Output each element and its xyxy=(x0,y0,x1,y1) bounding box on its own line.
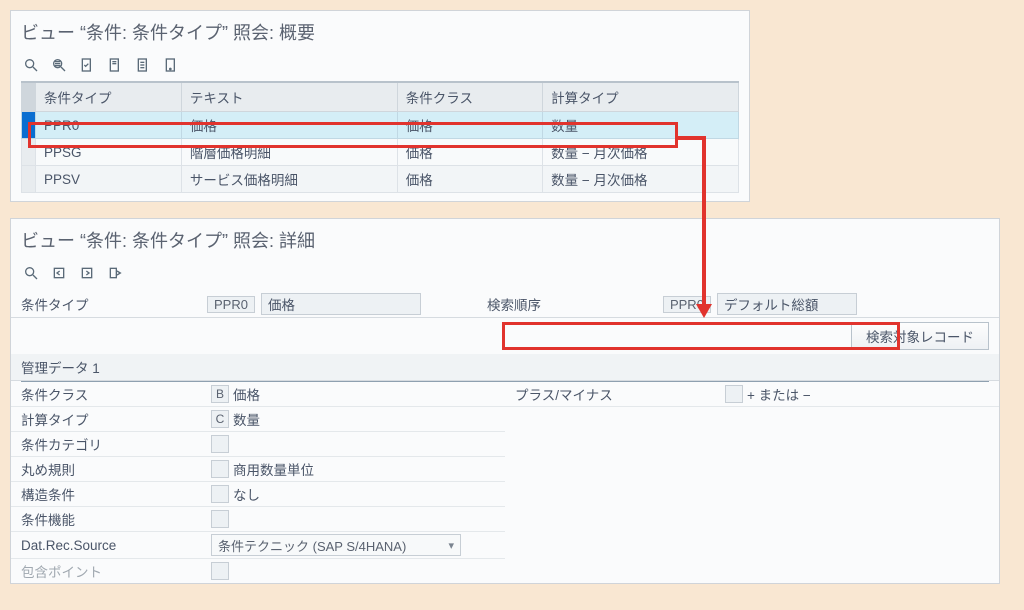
overview-panel: ビュー “条件: 条件タイプ” 照会: 概要 条件タイプ テキスト 条件クラス … xyxy=(10,10,750,202)
prev-icon[interactable] xyxy=(49,263,69,283)
detail-toolbar xyxy=(11,259,999,289)
doc-edit-icon[interactable] xyxy=(105,55,125,75)
field-cond-class: 条件クラス B 価格 xyxy=(11,382,505,407)
col-calc[interactable]: 計算タイプ xyxy=(543,82,739,112)
export-icon[interactable] xyxy=(105,263,125,283)
detail-panel: ビュー “条件: 条件タイプ” 照会: 詳細 条件タイプ PPR0 価格 検索順… xyxy=(10,218,1000,584)
table-row[interactable]: PPSG 階層価格明細 価格 数量 − 月次価格 xyxy=(22,139,739,166)
search-icon[interactable] xyxy=(21,263,41,283)
search-seq-field: 検索順序 PPR0 デフォルト総額 xyxy=(487,293,857,315)
search-icon[interactable] xyxy=(21,55,41,75)
col-cond-type[interactable]: 条件タイプ xyxy=(36,82,182,112)
search-detail-icon[interactable] xyxy=(49,55,69,75)
field-incl-point: 包含ポイント xyxy=(11,559,505,583)
table-header: 条件タイプ テキスト 条件クラス 計算タイプ xyxy=(22,82,739,112)
chevron-down-icon: ▾ xyxy=(448,539,454,552)
table-row[interactable]: PPSV サービス価格明細 価格 数量 − 月次価格 xyxy=(22,166,739,193)
table-row[interactable]: PPR0 価格 価格 数量 xyxy=(22,112,739,139)
field-calc-type: 計算タイプ C 数量 xyxy=(11,407,505,432)
group-title: 管理データ 1 xyxy=(11,354,999,381)
field-struct-cond: 構造条件 なし xyxy=(11,482,505,507)
doc-list-icon[interactable] xyxy=(133,55,153,75)
overview-toolbar xyxy=(11,51,749,81)
condition-table: 条件タイプ テキスト 条件クラス 計算タイプ PPR0 価格 価格 数量 PPS… xyxy=(21,81,739,193)
next-icon[interactable] xyxy=(77,263,97,283)
field-cond-cat: 条件カテゴリ xyxy=(11,432,505,457)
search-records-button[interactable]: 検索対象レコード xyxy=(851,322,989,350)
col-text[interactable]: テキスト xyxy=(181,82,397,112)
overview-title: ビュー “条件: 条件タイプ” 照会: 概要 xyxy=(11,11,749,51)
field-cond-func: 条件機能 xyxy=(11,507,505,532)
field-round-rule: 丸め規則 商用数量単位 xyxy=(11,457,505,482)
col-class[interactable]: 条件クラス xyxy=(397,82,542,112)
doc-more-icon[interactable] xyxy=(161,55,181,75)
dat-src-select[interactable]: 条件テクニック (SAP S/4HANA) ▾ xyxy=(211,534,461,556)
field-dat-src: Dat.Rec.Source 条件テクニック (SAP S/4HANA) ▾ xyxy=(11,532,505,559)
doc-check-icon[interactable] xyxy=(77,55,97,75)
field-plus-minus: プラス/マイナス + または − xyxy=(505,382,999,407)
cond-type-field: 条件タイプ PPR0 価格 xyxy=(21,293,421,315)
detail-title: ビュー “条件: 条件タイプ” 照会: 詳細 xyxy=(11,219,999,259)
